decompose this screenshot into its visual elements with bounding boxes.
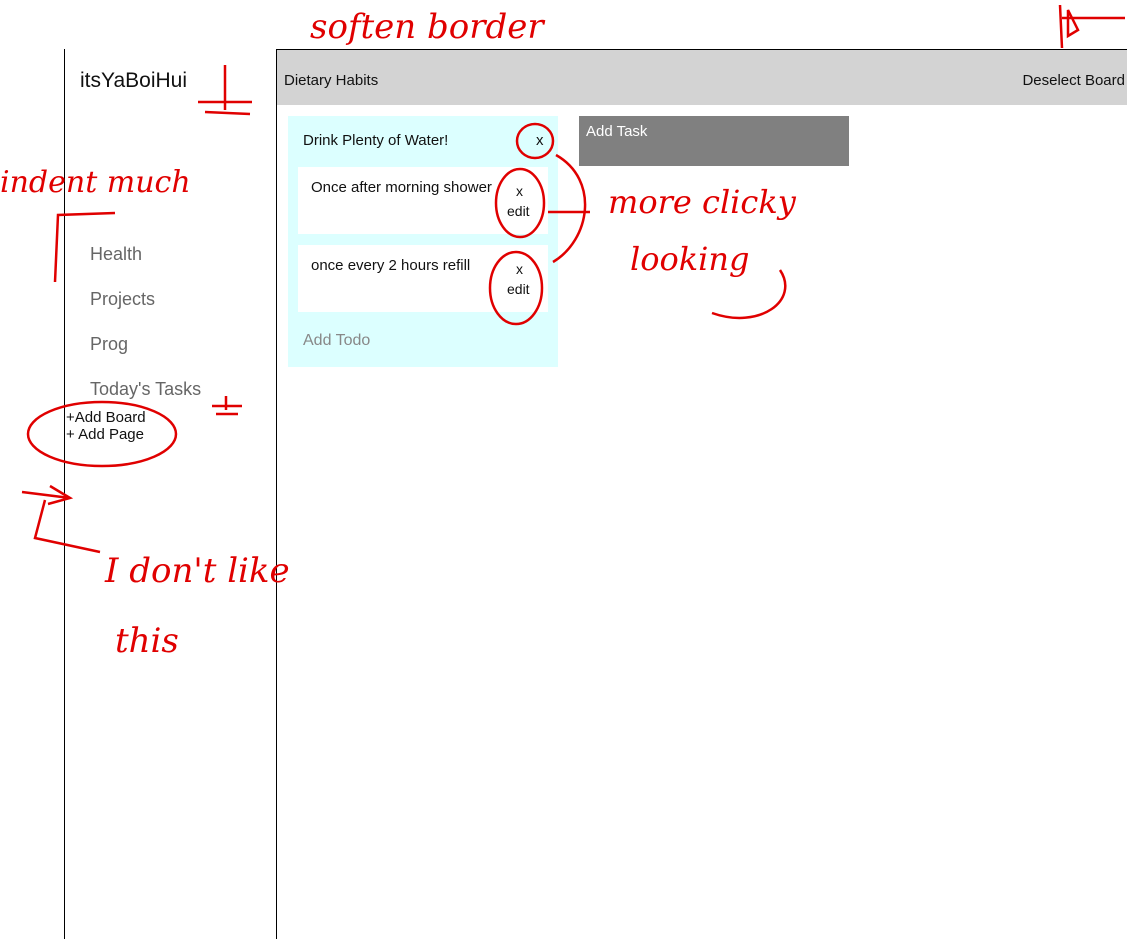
add-page-link[interactable]: + Add Page [66, 426, 144, 443]
board-title: Dietary Habits [284, 72, 379, 89]
sidebar-item-todays-tasks[interactable]: Today's Tasks [90, 379, 201, 400]
todo-text: Once after morning shower [311, 179, 492, 196]
username: itsYaBoiHui [80, 69, 187, 92]
add-board-link[interactable]: +Add Board [66, 409, 146, 426]
annotation-more-clicky: more clicky [608, 183, 797, 221]
edit-todo-button[interactable]: edit [507, 281, 530, 297]
task-card: Drink Plenty of Water! x Once after morn… [288, 116, 558, 367]
task-title: Drink Plenty of Water! [303, 132, 449, 149]
add-todo-button[interactable]: Add Todo [303, 332, 370, 350]
todo-item: once every 2 hours refill x edit [298, 245, 548, 312]
sidebar-item-projects[interactable]: Projects [90, 289, 155, 310]
todo-item: Once after morning shower x edit [298, 167, 548, 234]
sidebar-item-prog[interactable]: Prog [90, 334, 128, 355]
deselect-board-button[interactable]: Deselect Board [1022, 72, 1125, 89]
delete-task-button[interactable]: x [536, 132, 544, 149]
sidebar: itsYaBoiHui Health Projects Prog Today's… [64, 49, 277, 939]
todo-text: once every 2 hours refill [311, 257, 471, 274]
annotation-looking: looking [630, 240, 749, 278]
board-header: Dietary Habits Deselect Board [277, 49, 1127, 105]
add-task-label: Add Task [586, 123, 648, 140]
add-task-button[interactable]: Add Task [579, 116, 849, 166]
edit-todo-button[interactable]: edit [507, 203, 530, 219]
delete-todo-button[interactable]: x [516, 261, 523, 277]
sidebar-item-health[interactable]: Health [90, 244, 142, 265]
annotation-arrow-top-right [1058, 4, 1125, 49]
annotation-soften-border: soften border [310, 7, 545, 47]
annotation-underline-swoop [711, 269, 787, 320]
delete-todo-button[interactable]: x [516, 183, 523, 199]
